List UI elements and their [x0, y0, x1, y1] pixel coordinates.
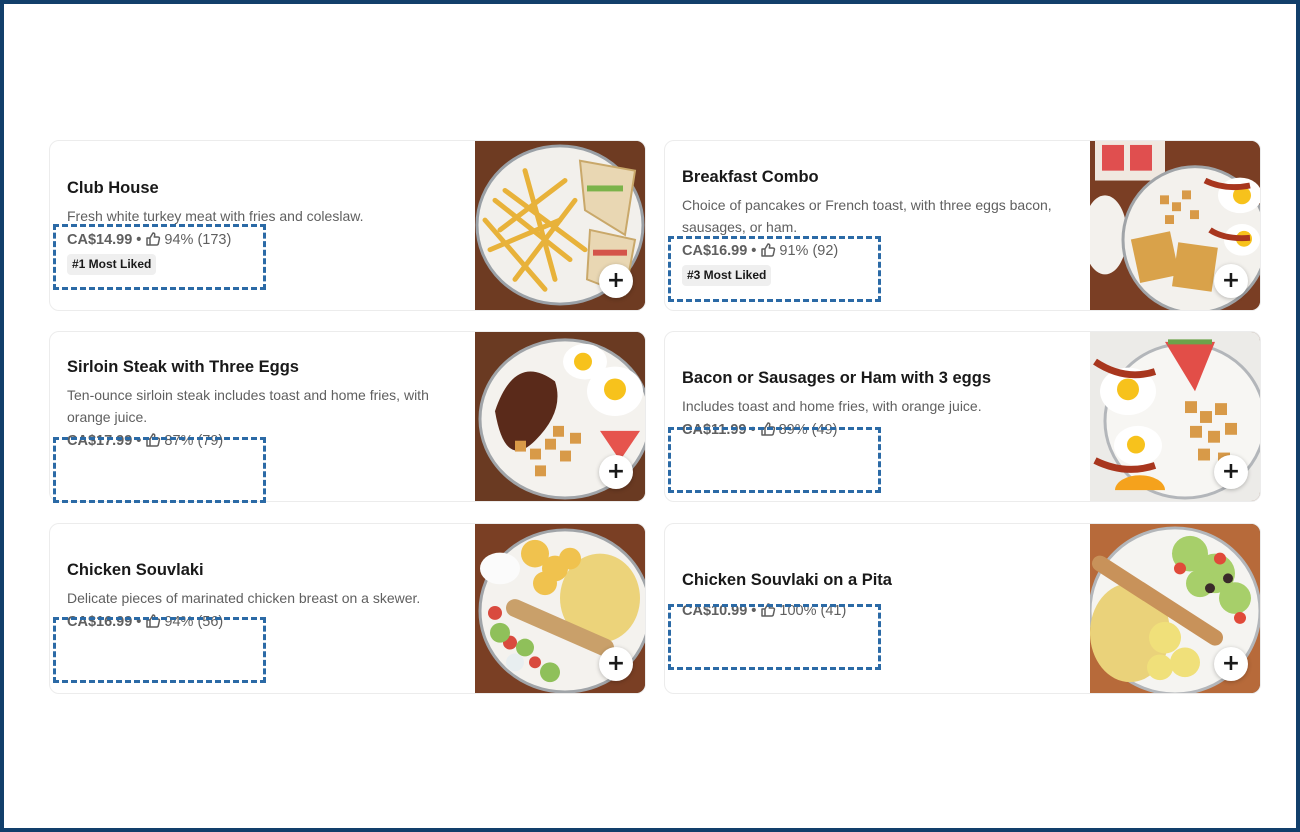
menu-item-description: Choice of pancakes or French toast, with…	[682, 196, 1052, 235]
menu-item-review-count: (49)	[811, 421, 838, 438]
menu-item-meta: CA$11.99 • 89% (49)	[682, 419, 1077, 441]
menu-item-price: CA$16.99	[67, 613, 133, 630]
menu-item-price: CA$10.99	[682, 603, 748, 619]
menu-item-info: Sirloin Steak with Three Eggs Ten-ounce …	[67, 332, 462, 501]
steak-and-eggs-photo: +	[475, 332, 645, 501]
add-to-cart-button[interactable]: +	[599, 264, 633, 298]
menu-item-title: Breakfast Combo	[682, 167, 819, 186]
menu-item-title: Chicken Souvlaki	[67, 560, 204, 579]
menu-item-meta: CA$16.99 • 91% (92)	[682, 240, 1077, 262]
add-to-cart-button[interactable]: +	[599, 647, 633, 681]
menu-item-price: CA$17.99	[67, 432, 133, 449]
menu-item-card-sirloin-steak[interactable]: Sirloin Steak with Three Eggs Ten-ounce …	[49, 331, 646, 502]
menu-item-meta: CA$10.99 • 100% (41)	[682, 600, 1077, 622]
menu-item-info: Breakfast Combo Choice of pancakes or Fr…	[682, 141, 1077, 310]
menu-item-info: Club House Fresh white turkey meat with …	[67, 141, 462, 310]
bacon-and-eggs-photo: +	[1090, 332, 1260, 501]
menu-item-title: Chicken Souvlaki on a Pita	[682, 571, 892, 589]
add-to-cart-button[interactable]: +	[1214, 264, 1248, 298]
menu-item-title: Sirloin Steak with Three Eggs	[67, 357, 299, 376]
menu-item-price: CA$14.99	[67, 231, 133, 248]
menu-item-title: Bacon or Sausages or Ham with 3 eggs	[682, 368, 992, 387]
thumbs-up-icon	[146, 613, 161, 628]
add-to-cart-button[interactable]: +	[1214, 455, 1248, 489]
separator-dot: •	[750, 421, 756, 438]
menu-item-title: Club House	[67, 178, 159, 197]
menu-item-description: Fresh white turkey meat with fries and c…	[67, 207, 364, 224]
menu-item-review-count: (41)	[820, 603, 847, 619]
separator-dot: •	[751, 603, 757, 619]
menu-item-rating: 100%	[779, 603, 817, 619]
menu-item-price: CA$11.99	[682, 421, 747, 438]
menu-item-card-breakfast-combo[interactable]: Breakfast Combo Choice of pancakes or Fr…	[664, 140, 1261, 311]
souvlaki-pita-photo: +	[1090, 524, 1260, 693]
menu-item-card-chicken-souvlaki-pita[interactable]: Chicken Souvlaki on a Pita CA$10.99 • 10…	[664, 523, 1261, 694]
menu-item-meta: CA$14.99 • 94% (173)	[67, 229, 462, 251]
thumbs-up-icon	[761, 242, 776, 257]
separator-dot: •	[136, 613, 142, 630]
menu-item-meta: CA$16.99 • 94% (56)	[67, 611, 462, 633]
menu-item-card-chicken-souvlaki[interactable]: Chicken Souvlaki Delicate pieces of mari…	[49, 523, 646, 694]
menu-item-rating: 94%	[164, 231, 194, 248]
most-liked-badge: #1 Most Liked	[67, 253, 157, 275]
most-liked-badge: #3 Most Liked	[682, 264, 772, 286]
chicken-souvlaki-photo: +	[475, 524, 645, 693]
menu-item-rating: 87%	[164, 432, 194, 449]
thumbs-up-icon	[146, 231, 161, 246]
separator-dot: •	[751, 242, 757, 259]
separator-dot: •	[136, 432, 142, 449]
menu-item-review-count: (173)	[197, 231, 232, 248]
menu-item-rating: 94%	[164, 613, 194, 630]
menu-item-info: Chicken Souvlaki on a Pita CA$10.99 • 10…	[682, 524, 1077, 693]
menu-item-description: Ten-ounce sirloin steak includes toast a…	[67, 386, 429, 425]
breakfast-combo-photo: +	[1090, 141, 1260, 310]
menu-item-price: CA$16.99	[682, 242, 748, 259]
add-to-cart-button[interactable]: +	[599, 455, 633, 489]
menu-item-rating: 91%	[779, 242, 809, 259]
menu-item-review-count: (56)	[197, 613, 224, 630]
menu-item-review-count: (92)	[812, 242, 839, 259]
menu-item-card-club-house[interactable]: Club House Fresh white turkey meat with …	[49, 140, 646, 311]
menu-item-description: Includes toast and home fries, with oran…	[682, 397, 982, 414]
thumbs-up-icon	[146, 432, 161, 447]
add-to-cart-button[interactable]: +	[1214, 647, 1248, 681]
thumbs-up-icon	[760, 421, 775, 436]
menu-item-meta: CA$17.99 • 87% (79)	[67, 430, 462, 452]
separator-dot: •	[136, 231, 142, 248]
menu-item-info: Bacon or Sausages or Ham with 3 eggs Inc…	[682, 332, 1077, 501]
club-house-sandwich-photo: +	[475, 141, 645, 310]
menu-item-card-bacon-sausages-ham[interactable]: Bacon or Sausages or Ham with 3 eggs Inc…	[664, 331, 1261, 502]
menu-item-review-count: (79)	[197, 432, 224, 449]
thumbs-up-icon	[761, 603, 776, 617]
menu-item-description: Delicate pieces of marinated chicken bre…	[67, 589, 421, 606]
menu-item-info: Chicken Souvlaki Delicate pieces of mari…	[67, 524, 462, 693]
menu-item-rating: 89%	[778, 421, 808, 438]
